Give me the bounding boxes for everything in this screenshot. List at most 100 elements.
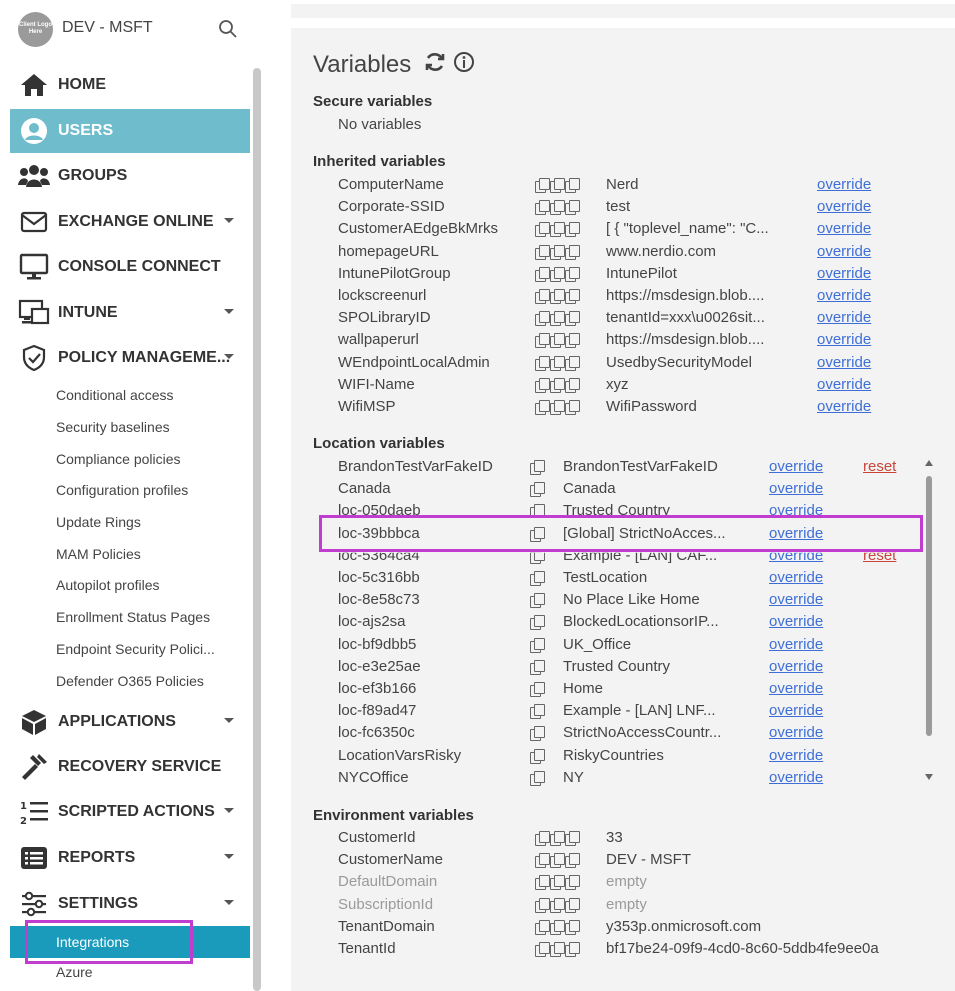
copy-icon[interactable] (550, 244, 565, 260)
copy-icon[interactable] (530, 704, 545, 720)
override-link[interactable]: override (817, 354, 871, 371)
copy-icon[interactable] (550, 289, 565, 304)
copy-icon[interactable] (565, 377, 580, 393)
copy-icon[interactable] (565, 897, 580, 913)
copy-icon[interactable] (565, 289, 580, 304)
override-link[interactable]: override (817, 265, 871, 282)
location-scrollbar[interactable] (924, 458, 934, 788)
nav-home[interactable]: HOME (10, 63, 250, 107)
copy-icon[interactable] (550, 355, 565, 371)
copy-icon[interactable] (565, 333, 580, 349)
copy-icon[interactable] (535, 266, 550, 282)
copy-icon[interactable] (535, 200, 550, 216)
copy-icon[interactable] (550, 178, 565, 193)
search-icon[interactable] (217, 18, 239, 40)
copy-icon[interactable] (550, 333, 565, 349)
override-link[interactable]: override (769, 702, 823, 719)
copy-icon[interactable] (530, 637, 545, 653)
copy-icon[interactable] (565, 355, 580, 371)
copy-icon[interactable] (550, 942, 565, 957)
copy-icon[interactable] (550, 377, 565, 393)
copy-icon[interactable] (535, 222, 550, 238)
override-link[interactable]: override (817, 287, 871, 304)
reset-link[interactable]: reset (863, 458, 896, 475)
copy-icon[interactable] (550, 311, 565, 327)
nav-users[interactable]: USERS (10, 109, 250, 153)
copy-icon[interactable] (530, 615, 545, 631)
copy-icon[interactable] (550, 200, 565, 216)
copy-icon[interactable] (550, 919, 565, 935)
copy-icon[interactable] (535, 289, 550, 304)
copy-icon[interactable] (565, 200, 580, 216)
copy-icon[interactable] (530, 748, 545, 764)
info-icon[interactable] (453, 51, 475, 80)
copy-icon[interactable] (565, 853, 580, 869)
sub-security-baselines[interactable]: Security baselines (56, 419, 170, 435)
copy-icon[interactable] (530, 726, 545, 742)
chevron-down-icon[interactable] (224, 808, 234, 813)
copy-icon[interactable] (530, 593, 545, 609)
copy-icon[interactable] (530, 659, 545, 675)
copy-icon[interactable] (535, 355, 550, 371)
copy-icon[interactable] (550, 897, 565, 913)
copy-icon[interactable] (535, 377, 550, 393)
override-link[interactable]: override (817, 243, 871, 260)
copy-icon[interactable] (565, 831, 580, 846)
copy-icon[interactable] (565, 919, 580, 935)
override-link[interactable]: override (817, 309, 871, 326)
copy-icon[interactable] (530, 482, 545, 498)
sub-azure[interactable]: Azure (56, 964, 93, 980)
override-link[interactable]: override (769, 613, 823, 630)
copy-icon[interactable] (565, 222, 580, 238)
override-link[interactable]: override (817, 198, 871, 215)
copy-icon[interactable] (530, 571, 545, 586)
copy-icon[interactable] (550, 853, 565, 869)
copy-icon[interactable] (565, 244, 580, 260)
refresh-icon[interactable] (424, 51, 446, 80)
override-link[interactable]: override (769, 769, 823, 786)
copy-icon[interactable] (565, 311, 580, 327)
override-link[interactable]: override (769, 658, 823, 675)
copy-icon[interactable] (550, 222, 565, 238)
override-link[interactable]: override (817, 176, 871, 193)
copy-icon[interactable] (535, 311, 550, 327)
copy-icon[interactable] (535, 942, 550, 957)
copy-icon[interactable] (535, 831, 550, 846)
copy-icon[interactable] (535, 919, 550, 935)
override-link[interactable]: override (769, 458, 823, 475)
copy-icon[interactable] (550, 266, 565, 282)
override-link[interactable]: override (769, 724, 823, 741)
copy-icon[interactable] (535, 853, 550, 869)
copy-icon[interactable] (550, 875, 565, 891)
copy-icon[interactable] (535, 333, 550, 349)
copy-icon[interactable] (565, 400, 580, 415)
copy-icon[interactable] (535, 244, 550, 260)
copy-icon[interactable] (550, 400, 565, 415)
copy-icon[interactable] (565, 942, 580, 957)
override-link[interactable]: override (769, 636, 823, 653)
override-link[interactable]: override (769, 591, 823, 608)
copy-icon[interactable] (530, 460, 545, 475)
scroll-up-icon[interactable] (925, 460, 933, 466)
override-link[interactable]: override (769, 480, 823, 497)
override-link[interactable]: override (817, 376, 871, 393)
override-link[interactable]: override (817, 220, 871, 237)
override-link[interactable]: override (769, 569, 823, 586)
copy-icon[interactable] (535, 875, 550, 891)
nav-scripted-actions[interactable]: 12 SCRIPTED ACTIONS (10, 790, 250, 834)
copy-icon[interactable] (530, 770, 545, 786)
override-link[interactable]: override (769, 747, 823, 764)
copy-icon[interactable] (565, 178, 580, 193)
scroll-down-icon[interactable] (925, 774, 933, 780)
override-link[interactable]: override (817, 398, 871, 415)
copy-icon[interactable] (530, 682, 545, 697)
copy-icon[interactable] (535, 400, 550, 415)
copy-icon[interactable] (565, 875, 580, 891)
override-link[interactable]: override (769, 680, 823, 697)
copy-icon[interactable] (550, 831, 565, 846)
scroll-thumb[interactable] (926, 476, 932, 736)
copy-icon[interactable] (535, 178, 550, 193)
copy-icon[interactable] (535, 897, 550, 913)
override-link[interactable]: override (817, 331, 871, 348)
copy-icon[interactable] (565, 266, 580, 282)
